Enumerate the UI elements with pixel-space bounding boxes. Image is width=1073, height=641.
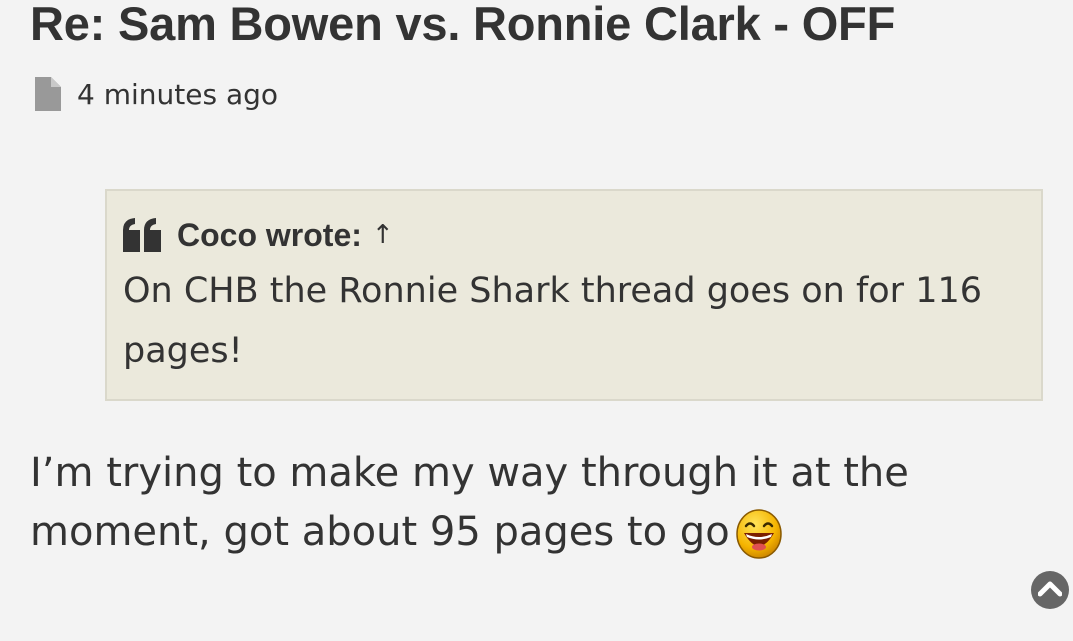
back-to-top-button[interactable] — [1031, 571, 1069, 609]
quote-text: On CHB the Ronnie Shark thread goes on f… — [123, 271, 983, 371]
document-icon[interactable] — [33, 77, 61, 111]
quote-jump-link[interactable]: ↑ — [372, 220, 394, 250]
chevron-up-icon — [1037, 579, 1063, 601]
post-timestamp: 4 minutes ago — [77, 77, 279, 111]
post-title[interactable]: Re: Sam Bowen vs. Ronnie Clark - OFF — [30, 0, 895, 56]
quote-block: Coco wrote: ↑ On CHB the Ronnie Shark th… — [105, 189, 1043, 401]
quote-author: Coco wrote: — [177, 216, 362, 253]
quote-icon — [123, 218, 163, 252]
post-body: I’m trying to make my way through it at … — [30, 444, 1040, 562]
quote-header: Coco wrote: ↑ — [123, 213, 1025, 257]
post-meta: 4 minutes ago — [33, 72, 278, 116]
laughing-smiley-icon — [735, 509, 782, 559]
